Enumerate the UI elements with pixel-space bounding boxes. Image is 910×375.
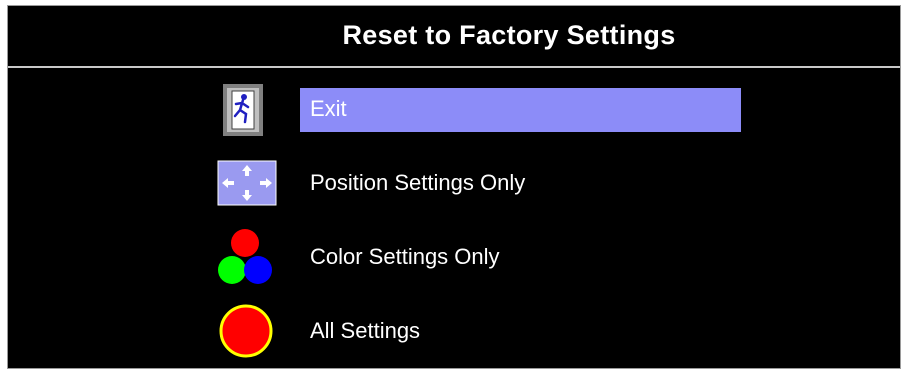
menu-item-label: All Settings — [310, 318, 421, 343]
menu-item-all-settings[interactable]: All Settings — [198, 302, 758, 362]
rgb-circles-icon — [208, 228, 278, 288]
menu-item-position-settings[interactable]: Position Settings Only — [198, 154, 758, 214]
menu-item-exit[interactable]: Exit — [198, 80, 758, 140]
title-bar: Reset to Factory Settings — [8, 6, 900, 68]
menu-item-label: Position Settings Only — [310, 170, 526, 195]
window-title: Reset to Factory Settings — [342, 20, 676, 50]
move-arrows-icon — [208, 154, 278, 214]
position-label-box: Position Settings Only — [300, 162, 741, 206]
menu-item-label: Color Settings Only — [310, 244, 500, 269]
menu-item-color-settings[interactable]: Color Settings Only — [198, 228, 758, 288]
menu-item-label: Exit — [310, 96, 347, 121]
color-label-box: Color Settings Only — [300, 236, 741, 280]
osd-window: Reset to Factory Settings Exit Position … — [7, 5, 901, 369]
red-circle-icon — [208, 302, 278, 362]
exit-door-icon — [208, 80, 278, 140]
exit-highlight: Exit — [300, 88, 741, 132]
all-label-box: All Settings — [300, 310, 741, 354]
